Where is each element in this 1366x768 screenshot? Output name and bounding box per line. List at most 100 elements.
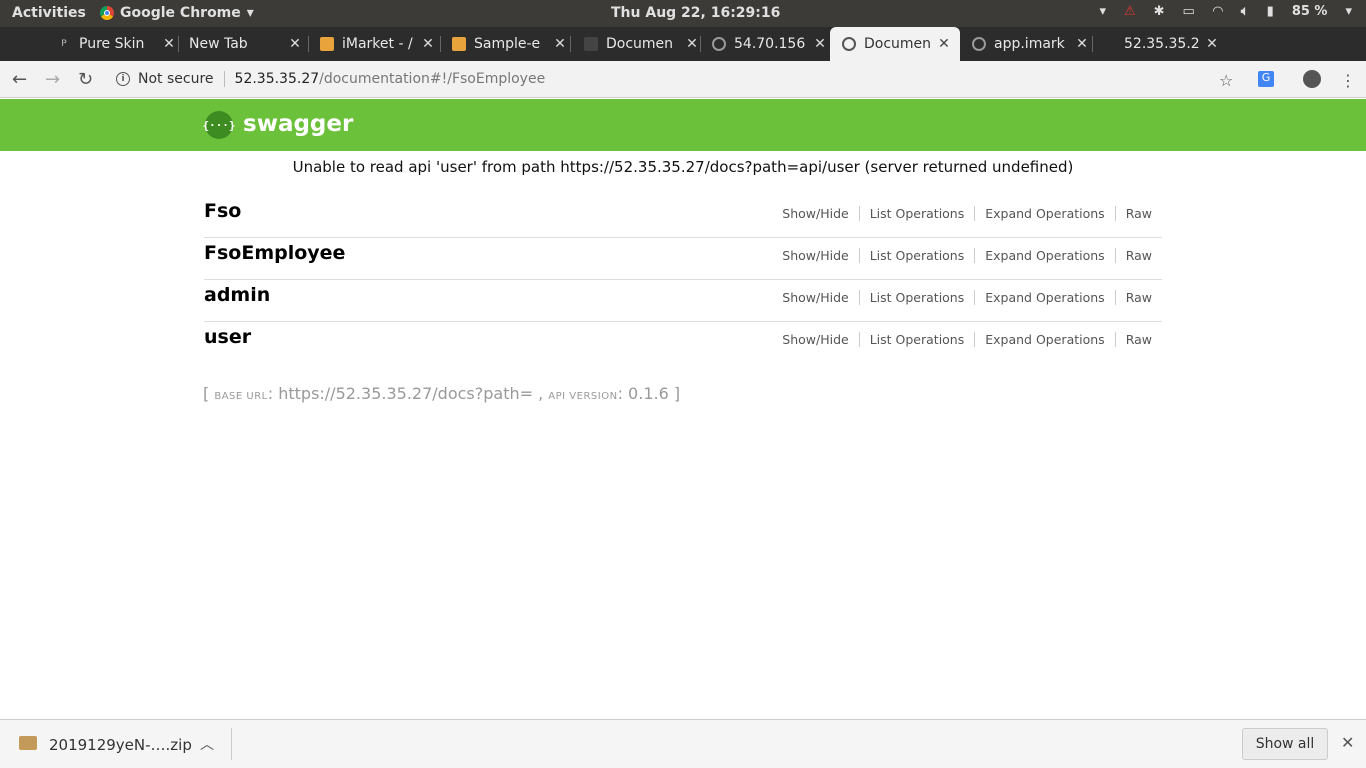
expand-operations-link[interactable]: Expand Operations [975,332,1116,347]
close-icon[interactable]: ✕ [161,36,177,52]
tab-title: Sample-e [474,36,541,52]
resource-user: user Show/Hide List Operations Expand Op… [204,322,1162,363]
globe-icon [972,37,986,51]
wifi-icon[interactable]: ◠ [1213,4,1223,19]
volume-muted-icon[interactable]: 🔈︎ [1241,4,1249,19]
expand-operations-link[interactable]: Expand Operations [975,248,1116,263]
forward-icon[interactable]: → [45,69,60,90]
tab-title: iMarket - / [342,36,413,52]
bookmark-star-icon[interactable]: ☆ [1219,71,1233,90]
close-icon[interactable]: ✕ [936,36,952,52]
chrome-icon [100,6,114,20]
expand-operations-link[interactable]: Expand Operations [975,290,1116,305]
tab-documentation-1[interactable]: Documen ✕ [570,27,700,61]
tab-strip: P Pure Skin ✕ New Tab ✕ iMarket - / ✕ Sa… [0,27,1366,83]
resource-fsoemployee: FsoEmployee Show/Hide List Operations Ex… [204,238,1162,280]
show-hide-link[interactable]: Show/Hide [772,206,860,221]
raw-link[interactable]: Raw [1116,206,1162,221]
tab-title: Pure Skin [79,36,145,52]
translate-icon[interactable]: G [1258,71,1274,87]
info-icon[interactable]: i [116,72,130,86]
close-icon[interactable]: ✕ [684,36,700,52]
screen-icon[interactable]: ▭ [1183,4,1195,19]
swagger-header: {···} [0,99,1366,151]
avatar[interactable] [1303,70,1321,88]
list-operations-link[interactable]: List Operations [860,206,976,221]
close-icon[interactable]: ✕ [552,36,568,52]
globe-icon [842,37,856,51]
tab-title: Documen [864,36,932,52]
api-version-label: api version [548,391,618,402]
bracket-open: [ [203,384,210,403]
raw-link[interactable]: Raw [1116,248,1162,263]
list-operations-link[interactable]: List Operations [860,290,976,305]
back-icon[interactable]: ← [12,69,27,90]
close-icon[interactable]: ✕ [287,36,303,52]
resource-name[interactable]: user [204,326,251,348]
api-info-footer: [ base url: https://52.35.35.27/docs?pat… [203,384,681,403]
close-icon[interactable]: ✕ [1341,733,1354,752]
swagger-logo-icon[interactable]: {···} [202,111,236,139]
chevron-down-icon: ▾ [246,5,254,21]
show-hide-link[interactable]: Show/Hide [772,290,860,305]
expand-operations-link[interactable]: Expand Operations [975,206,1116,221]
tab-54-70[interactable]: 54.70.156 ✕ [700,27,828,61]
system-tray[interactable]: ▾ ⚠ ✱ ▭ ◠ 🔈︎ ▮ 85 % ▾ [1099,4,1352,19]
tab-app-imarket[interactable]: app.imark ✕ [960,27,1090,61]
divider [223,71,225,87]
tab-new-tab[interactable]: New Tab ✕ [178,27,303,61]
show-hide-link[interactable]: Show/Hide [772,332,860,347]
resource-ops: Show/Hide List Operations Expand Operati… [772,290,1162,305]
tab-title: 54.70.156 [734,36,806,52]
clock[interactable]: Thu Aug 22, 16:29:16 [611,5,780,21]
resource-name[interactable]: Fso [204,200,241,222]
globe-icon [712,37,726,51]
resource-admin: admin Show/Hide List Operations Expand O… [204,280,1162,322]
divider [231,728,232,760]
menu-dots-icon[interactable]: ⋮ [1340,71,1356,90]
show-all-button[interactable]: Show all [1242,728,1328,760]
show-hide-link[interactable]: Show/Hide [772,248,860,263]
tab-sample[interactable]: Sample-e ✕ [440,27,568,61]
api-version-value: 0.1.6 [628,384,669,403]
chevron-up-icon[interactable]: ︿ [200,734,214,754]
resource-name[interactable]: FsoEmployee [204,242,345,264]
tab-imarket[interactable]: iMarket - / ✕ [308,27,436,61]
tab-documentation-active[interactable]: Documen ✕ [830,27,960,61]
url-path: /documentation#!/FsoEmployee [319,71,546,87]
swagger-title[interactable]: swagger [243,111,353,137]
system-top-bar: Activities Google Chrome ▾ Thu Aug 22, 1… [0,0,1366,27]
close-icon[interactable]: ✕ [1204,36,1220,52]
raw-link[interactable]: Raw [1116,332,1162,347]
resource-fso: Fso Show/Hide List Operations Expand Ope… [204,196,1162,238]
download-filename[interactable]: 2019129yeN-….zip [49,736,192,754]
close-icon[interactable]: ✕ [420,36,436,52]
error-message: Unable to read api 'user' from path http… [292,158,1074,176]
reload-icon[interactable]: ↻ [78,69,93,90]
list-operations-link[interactable]: List Operations [860,332,976,347]
address-bar[interactable]: i Not secure 52.35.35.27/documentation#!… [116,67,1216,91]
app-menu[interactable]: Google Chrome ▾ [100,5,254,21]
bracket-close: ] [673,384,681,403]
close-icon[interactable]: ✕ [812,36,828,52]
base-url-value: https://52.35.35.27/docs?path= [278,384,534,403]
url-host: 52.35.35.27 [234,71,320,87]
raw-link[interactable]: Raw [1116,290,1162,305]
app-name: Google Chrome [120,5,241,21]
tab-pure-skin[interactable]: P Pure Skin ✕ [47,27,177,61]
close-icon[interactable]: ✕ [1074,36,1090,52]
resource-ops: Show/Hide List Operations Expand Operati… [772,332,1162,347]
list-operations-link[interactable]: List Operations [860,248,976,263]
tab-52-35[interactable]: 52.35.35.2 ✕ [1092,27,1220,61]
chevron-down-icon[interactable]: ▾ [1345,4,1352,19]
resource-ops: Show/Hide List Operations Expand Operati… [772,206,1162,221]
archive-icon [19,736,37,750]
activities-button[interactable]: Activities [12,5,86,21]
resource-name[interactable]: admin [204,284,270,306]
slack-icon[interactable]: ✱ [1154,4,1165,19]
resource-list: Fso Show/Hide List Operations Expand Ope… [204,196,1162,363]
battery-icon[interactable]: ▮ [1267,4,1274,19]
dropdown-icon[interactable]: ▾ [1099,4,1106,19]
warning-icon[interactable]: ⚠ [1124,4,1136,19]
separator: , [538,384,544,403]
